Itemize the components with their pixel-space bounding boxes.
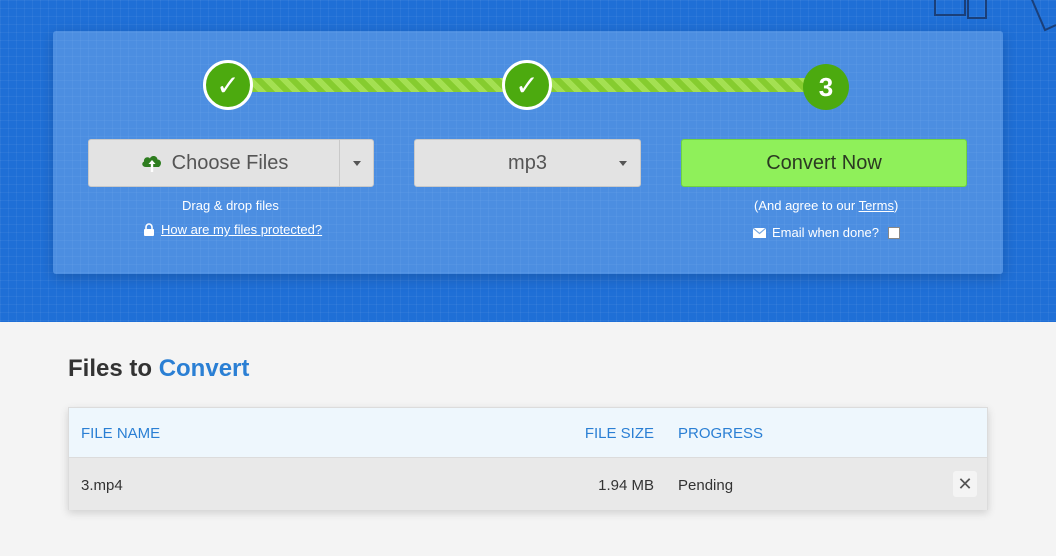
step-1-done: ✓ bbox=[203, 60, 253, 110]
upload-source-dropdown[interactable] bbox=[339, 140, 373, 186]
remove-file-button[interactable]: ✕ bbox=[953, 471, 977, 497]
terms-link[interactable]: Terms bbox=[859, 198, 894, 213]
drag-drop-hint: Drag & drop files bbox=[182, 198, 279, 213]
email-when-done-row: Email when done? bbox=[753, 225, 900, 240]
choose-files-label: Choose Files bbox=[171, 151, 289, 174]
progress-track-2 bbox=[549, 78, 809, 92]
heading-plain: Files to bbox=[68, 355, 159, 382]
agree-prefix: (And agree to our bbox=[754, 198, 859, 213]
column-header-file-name: FILE NAME bbox=[81, 425, 161, 442]
column-header-progress: PROGRESS bbox=[678, 425, 764, 442]
lock-icon bbox=[144, 223, 154, 236]
convert-now-button[interactable]: Convert Now bbox=[681, 139, 967, 187]
files-to-convert-heading: Files to Convert bbox=[68, 355, 249, 383]
progress-status-cell: Pending bbox=[678, 477, 734, 494]
terms-agreement: (And agree to our Terms) bbox=[754, 198, 898, 213]
heading-accent: Convert bbox=[158, 355, 250, 382]
checkmark-icon: ✓ bbox=[515, 69, 539, 101]
email-when-done-checkbox[interactable] bbox=[887, 226, 900, 239]
format-select-value: mp3 bbox=[508, 151, 547, 174]
choose-files-main[interactable]: Choose Files bbox=[89, 140, 339, 186]
caret-down-icon bbox=[352, 160, 361, 166]
format-select[interactable]: mp3 bbox=[414, 139, 641, 187]
choose-files-button[interactable]: Choose Files bbox=[88, 139, 374, 187]
column-header-file-size: FILE SIZE bbox=[584, 425, 654, 442]
files-protected-link[interactable]: How are my files protected? bbox=[161, 222, 322, 237]
checkmark-icon: ✓ bbox=[216, 69, 240, 101]
file-size-cell: 1.94 MB bbox=[598, 477, 654, 494]
cloud-upload-icon bbox=[141, 155, 161, 172]
files-table-header: FILE NAME FILE SIZE PROGRESS bbox=[69, 408, 987, 458]
email-when-done-label: Email when done? bbox=[772, 225, 879, 240]
agree-suffix: ) bbox=[893, 198, 899, 213]
caret-down-icon bbox=[619, 161, 627, 166]
envelope-icon bbox=[753, 227, 766, 238]
table-row: 3.mp4 1.94 MB Pending ✕ bbox=[69, 458, 987, 510]
convert-now-label: Convert Now bbox=[766, 151, 882, 174]
close-icon: ✕ bbox=[957, 473, 973, 494]
hero-banner: ✓ ✓ 3 Choose Files mp3 Convert Now Drag … bbox=[0, 0, 1056, 322]
files-protected-row: How are my files protected? bbox=[143, 222, 322, 237]
progress-track-1 bbox=[250, 78, 505, 92]
step-3-current: 3 bbox=[803, 64, 849, 110]
files-table: FILE NAME FILE SIZE PROGRESS 3.mp4 1.94 … bbox=[68, 407, 988, 510]
step-number: 3 bbox=[818, 71, 834, 102]
step-2-done: ✓ bbox=[502, 60, 552, 110]
file-name-cell: 3.mp4 bbox=[81, 477, 123, 494]
